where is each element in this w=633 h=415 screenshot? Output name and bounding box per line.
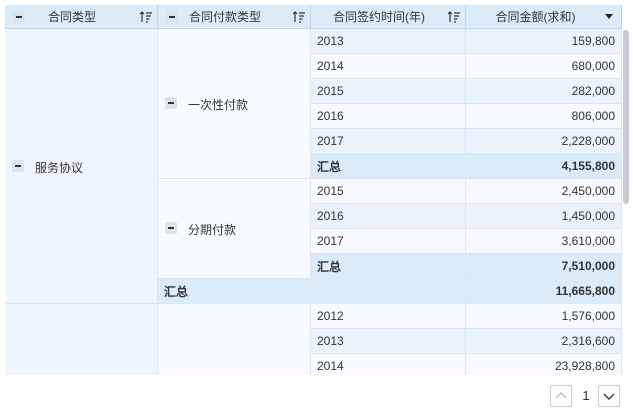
group-label: 服务协议 xyxy=(35,161,84,175)
year-cell: 2013 xyxy=(311,29,466,54)
next-page-button[interactable] xyxy=(598,385,620,407)
year-cell: 2012 xyxy=(311,304,466,329)
year-cell: 2013 xyxy=(311,329,466,354)
header-sign-year-label: 合同签约时间(年) xyxy=(333,10,425,24)
amount-cell: 2,450,000 xyxy=(466,179,622,204)
year-cell: 2014 xyxy=(311,54,466,79)
prev-page-button[interactable] xyxy=(550,385,572,407)
subtotal-amount-cell: 4,155,800 xyxy=(466,154,622,179)
group-label: 分期付款 xyxy=(188,223,237,237)
amount-cell: 2,228,000 xyxy=(466,129,622,154)
amount-cell: 3,610,000 xyxy=(466,229,622,254)
collapse-icon[interactable] xyxy=(165,97,177,109)
header-contract-type-label: 合同类型 xyxy=(47,10,96,24)
subtotal-label: 汇总 xyxy=(164,284,189,299)
collapse-icon[interactable] xyxy=(13,11,25,23)
header-payment-type[interactable]: 合同付款类型 xyxy=(158,5,311,29)
group-cell-one-time: 一次性付款 xyxy=(158,29,311,179)
group-cell-next-sub xyxy=(158,304,311,375)
header-contract-type[interactable]: 合同类型 xyxy=(5,5,158,29)
amount-cell: 159,800 xyxy=(466,29,622,54)
sort-icon[interactable] xyxy=(292,10,306,23)
amount-cell: 2,316,600 xyxy=(466,329,622,354)
subtotal-label-cell: 汇总 xyxy=(158,279,466,304)
sort-icon[interactable] xyxy=(139,10,153,23)
year-cell: 2017 xyxy=(311,229,466,254)
header-sign-year[interactable]: 合同签约时间(年) xyxy=(311,5,466,29)
subtotal-amount-cell: 7,510,000 xyxy=(466,254,622,279)
header-payment-type-label: 合同付款类型 xyxy=(188,10,261,24)
group-cell-service: 服务协议 xyxy=(5,29,158,304)
subtotal-amount-cell: 11,665,800 xyxy=(466,279,622,304)
amount-cell: 282,000 xyxy=(466,79,622,104)
pivot-table: 合同类型 合同付款类型 合同签约时间(年) 合同金额(求和) 服务协议 一次性付… xyxy=(5,5,622,375)
amount-cell: 1,450,000 xyxy=(466,204,622,229)
chevron-up-icon xyxy=(555,392,567,399)
amount-cell: 1,576,000 xyxy=(466,304,622,329)
vertical-scrollbar[interactable] xyxy=(623,30,629,204)
current-page-number: 1 xyxy=(582,388,590,403)
year-cell: 2016 xyxy=(311,104,466,129)
year-cell: 2017 xyxy=(311,129,466,154)
subtotal-year-cell: 汇总 xyxy=(311,154,466,179)
year-cell: 2015 xyxy=(311,179,466,204)
group-cell-next xyxy=(5,304,158,375)
subtotal-amount: 11,665,800 xyxy=(555,284,615,298)
year-cell: 2014 xyxy=(311,354,466,375)
amount-cell: 806,000 xyxy=(466,104,622,129)
group-cell-installment: 分期付款 xyxy=(158,179,311,279)
year-cell: 2016 xyxy=(311,204,466,229)
subtotal-year-cell: 汇总 xyxy=(311,254,466,279)
header-amount[interactable]: 合同金额(求和) xyxy=(466,5,622,29)
collapse-icon[interactable] xyxy=(12,160,24,172)
amount-cell: 680,000 xyxy=(466,54,622,79)
dropdown-caret-icon[interactable] xyxy=(605,13,613,20)
chevron-down-icon xyxy=(603,393,615,400)
group-label: 一次性付款 xyxy=(188,98,249,112)
year-cell: 2015 xyxy=(311,79,466,104)
collapse-icon[interactable] xyxy=(166,11,178,23)
header-amount-label: 合同金额(求和) xyxy=(495,10,576,24)
collapse-icon[interactable] xyxy=(165,222,177,234)
amount-cell: 23,928,800 xyxy=(466,354,622,375)
sort-icon[interactable] xyxy=(447,10,461,23)
